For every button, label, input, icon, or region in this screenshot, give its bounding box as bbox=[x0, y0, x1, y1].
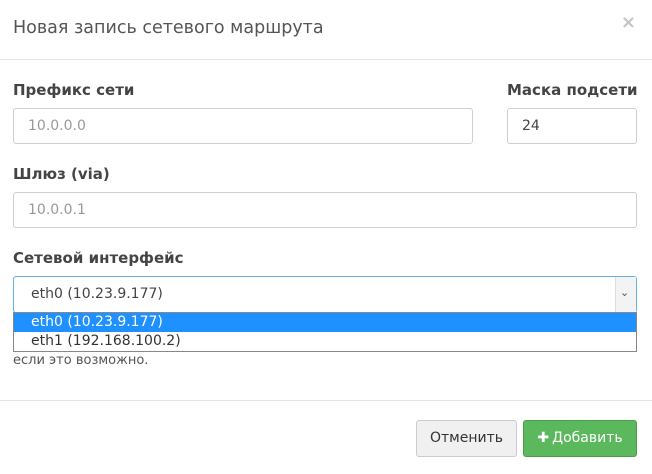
prefix-label: Префикс сети bbox=[13, 81, 135, 99]
mask-input[interactable]: 24 bbox=[507, 108, 637, 144]
help-text: если это возможно. bbox=[13, 353, 149, 368]
dialog-header: Новая запись сетевого маршрута × bbox=[0, 0, 652, 60]
mask-label: Маска подсети bbox=[507, 81, 638, 99]
prefix-input[interactable]: 10.0.0.0 bbox=[13, 108, 473, 144]
gateway-input[interactable]: 10.0.0.1 bbox=[13, 192, 637, 228]
add-button[interactable]: ✚ Добавить bbox=[523, 420, 637, 457]
option-eth0[interactable]: eth0 (10.23.9.177) bbox=[14, 313, 636, 332]
dropdown-arrow[interactable]: ⌄ bbox=[615, 277, 636, 312]
interface-select[interactable]: eth0 (10.23.9.177) ⌄ bbox=[13, 276, 637, 313]
dialog-title: Новая запись сетевого маршрута bbox=[13, 18, 324, 38]
plus-icon: ✚ bbox=[537, 430, 550, 446]
dialog-footer: Отменить ✚ Добавить bbox=[0, 400, 652, 474]
add-button-label: Добавить bbox=[552, 430, 623, 446]
chevron-down-icon: ⌄ bbox=[620, 286, 630, 299]
gateway-label: Шлюз (via) bbox=[13, 165, 110, 183]
cancel-button[interactable]: Отменить bbox=[416, 420, 517, 457]
interface-selected-value: eth0 (10.23.9.177) bbox=[31, 286, 163, 302]
interface-label: Сетевой интерфейс bbox=[13, 249, 184, 267]
close-icon[interactable]: × bbox=[621, 12, 636, 33]
interface-dropdown-list: eth0 (10.23.9.177) eth1 (192.168.100.2) bbox=[13, 312, 637, 352]
option-eth1[interactable]: eth1 (192.168.100.2) bbox=[14, 332, 636, 351]
